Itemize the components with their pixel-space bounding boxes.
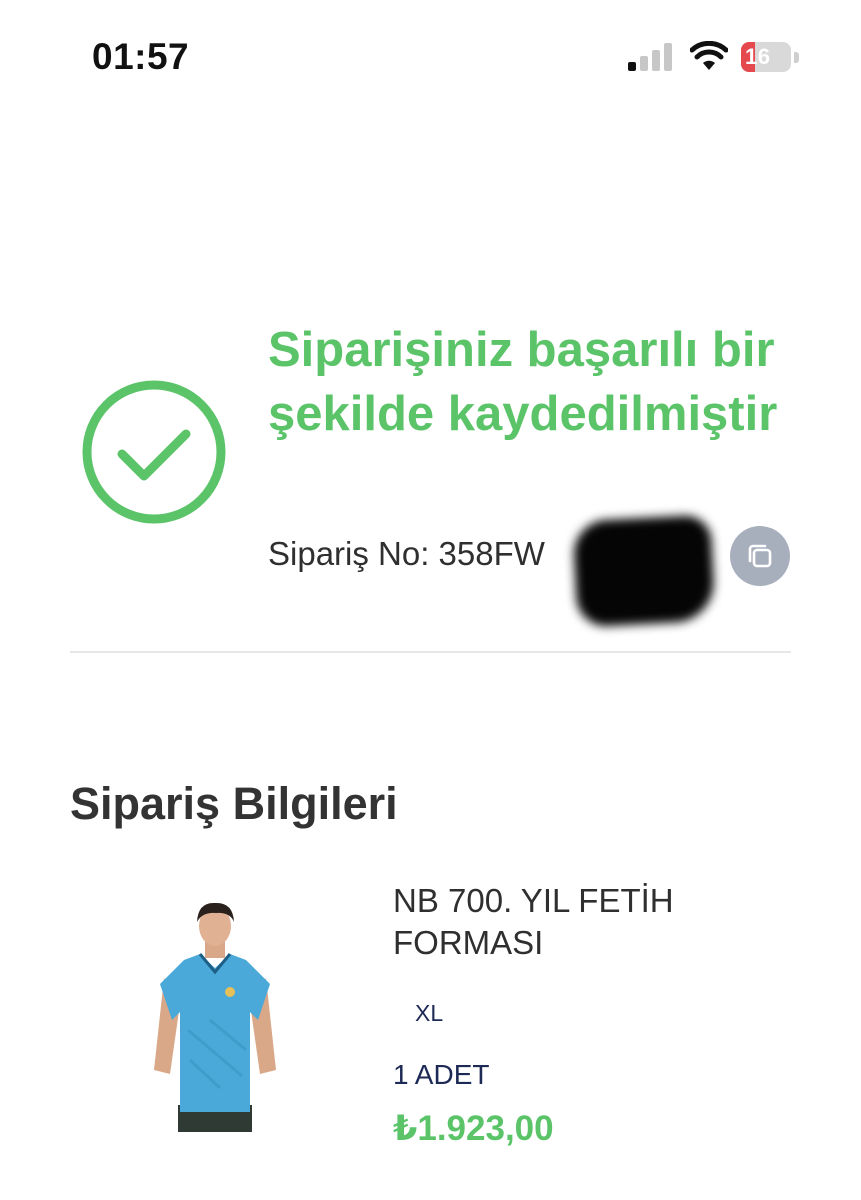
success-message: Siparişiniz başarılı bir şekilde kaydedi…: [268, 323, 778, 441]
copy-order-number-button[interactable]: [730, 526, 790, 586]
product-image[interactable]: [150, 900, 280, 1132]
battery-percentage: 16: [745, 44, 771, 69]
order-number: Sipariş No: 358FW: [268, 535, 545, 572]
product-quantity: 1 ADET: [393, 1059, 490, 1090]
product-name: NB 700. YIL FETİH FORMASI: [393, 882, 674, 961]
status-bar: 01:57 16: [0, 0, 861, 110]
redaction-mark: [572, 514, 716, 628]
cellular-signal-icon: [628, 43, 672, 71]
product-price: ₺1.923,00: [393, 1109, 554, 1148]
wifi-icon: [690, 41, 728, 70]
copy-icon: [748, 544, 772, 568]
check-circle-icon: [82, 380, 226, 524]
divider: [70, 651, 791, 653]
order-info-title: Sipariş Bilgileri: [70, 778, 398, 829]
status-time: 01:57: [92, 36, 190, 77]
battery-icon: 16: [741, 42, 799, 72]
product-size: XL: [415, 1000, 444, 1026]
